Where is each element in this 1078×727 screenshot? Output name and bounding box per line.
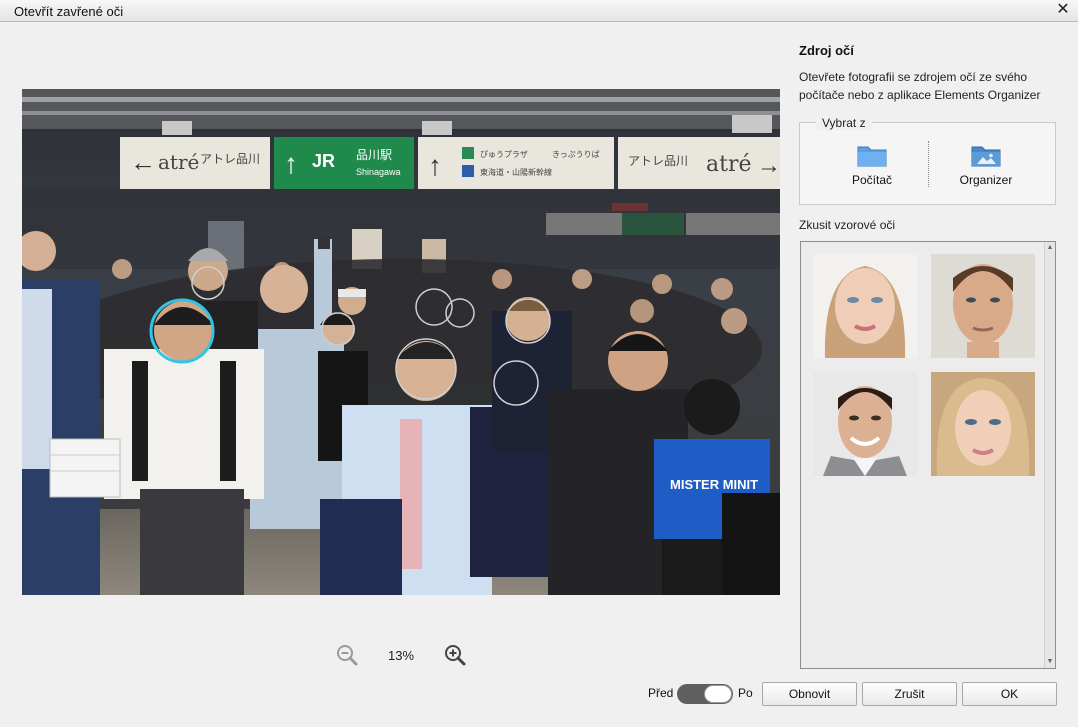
select-from-label: Vybrat z xyxy=(816,116,872,130)
sample-list-scrollbar[interactable]: ▲ ▼ xyxy=(1044,242,1055,668)
zoom-in-icon xyxy=(445,645,466,666)
folder-icon xyxy=(857,146,887,167)
title-bar: Otevřít zavřené oči ✕ xyxy=(0,0,1078,22)
svg-text:←: ← xyxy=(130,147,156,177)
sample-eyes-label: Zkusit vzorové oči xyxy=(799,218,896,232)
zoom-level: 13% xyxy=(387,648,415,663)
svg-text:Shinagawa: Shinagawa xyxy=(356,167,401,177)
organizer-folder-icon xyxy=(971,146,1001,167)
computer-source-label: Počítač xyxy=(851,173,893,187)
sample-face-1[interactable] xyxy=(813,254,917,358)
eye-source-title: Zdroj očí xyxy=(799,43,854,58)
photo-canvas: ← atré アトレ品川 ↑ JR 品川駅 Shinagawa ↑ ぴゅうプラザ… xyxy=(22,89,780,595)
svg-text:JR: JR xyxy=(312,151,335,171)
sample-face-1-image xyxy=(813,254,917,358)
svg-text:↑: ↑ xyxy=(428,150,442,181)
sample-face-3[interactable] xyxy=(813,372,917,476)
source-divider xyxy=(928,141,929,187)
sample-eyes-list: ▲ ▼ xyxy=(800,241,1056,669)
close-icon[interactable]: ✕ xyxy=(1054,1,1072,19)
organizer-source-button[interactable]: Organizer xyxy=(946,143,1026,187)
zoom-out-icon xyxy=(337,645,358,666)
svg-text:→: → xyxy=(757,152,780,179)
organizer-source-label: Organizer xyxy=(959,173,1013,187)
svg-text:↑: ↑ xyxy=(284,148,298,179)
sample-face-4-image xyxy=(931,372,1035,476)
scroll-down-icon[interactable]: ▼ xyxy=(1045,656,1055,668)
svg-text:きっぷうりば: きっぷうりば xyxy=(552,150,600,159)
svg-text:MISTER MINIT: MISTER MINIT xyxy=(670,477,758,492)
before-label: Před xyxy=(648,686,674,700)
svg-text:東海道・山陽新幹線: 東海道・山陽新幹線 xyxy=(480,167,552,177)
sample-face-2[interactable] xyxy=(931,254,1035,358)
computer-source-button[interactable]: Počítač xyxy=(838,143,906,187)
window-title: Otevřít zavřené oči xyxy=(14,4,124,19)
eye-source-description: Otevřete fotografii se zdrojem očí ze sv… xyxy=(799,70,1041,102)
ok-button[interactable]: OK xyxy=(962,682,1057,706)
zoom-in-button[interactable] xyxy=(442,642,468,668)
select-from-group: Počítač Organizer xyxy=(799,122,1056,205)
svg-text:アトレ品川: アトレ品川 xyxy=(200,152,260,166)
sample-face-3-image xyxy=(813,372,917,476)
svg-text:アトレ品川: アトレ品川 xyxy=(628,154,688,168)
svg-text:品川駅: 品川駅 xyxy=(356,148,392,162)
after-label: Po xyxy=(738,686,753,700)
before-after-toggle[interactable] xyxy=(677,684,733,704)
svg-text:atré: atré xyxy=(158,150,199,174)
sample-face-2-image xyxy=(931,254,1035,358)
svg-text:atré: atré xyxy=(706,152,752,177)
renew-button[interactable]: Obnovit xyxy=(762,682,857,706)
photo-preview[interactable]: ← atré アトレ品川 ↑ JR 品川駅 Shinagawa ↑ ぴゅうプラザ… xyxy=(22,89,780,595)
zoom-out-button[interactable] xyxy=(334,642,360,668)
toggle-knob xyxy=(704,685,732,703)
sample-face-4[interactable] xyxy=(931,372,1035,476)
cancel-button[interactable]: Zrušit xyxy=(862,682,957,706)
svg-text:ぴゅうプラザ: ぴゅうプラザ xyxy=(480,150,528,159)
scroll-up-icon[interactable]: ▲ xyxy=(1045,242,1055,254)
